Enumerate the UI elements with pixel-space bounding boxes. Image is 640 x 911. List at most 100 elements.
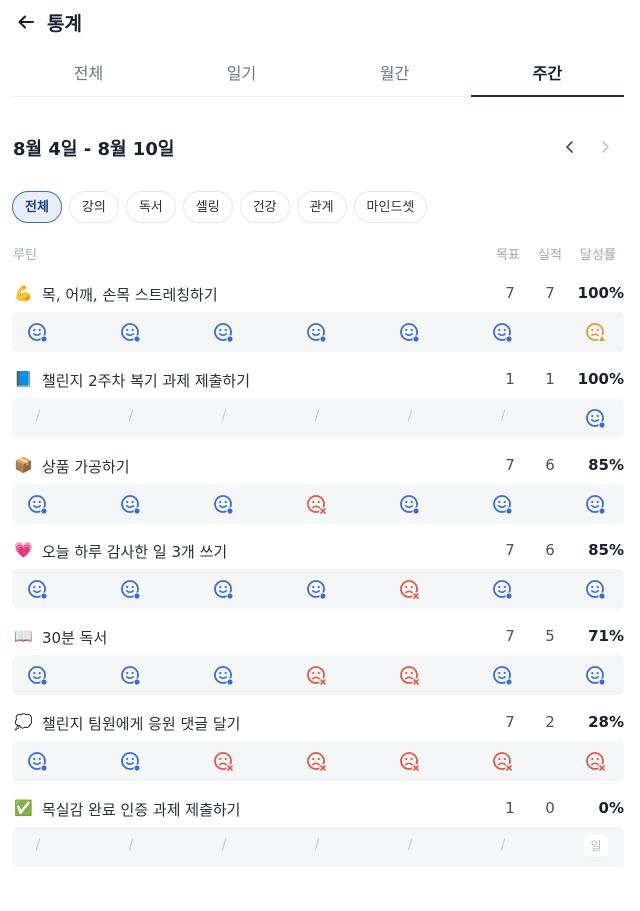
routine-emoji: 📖 <box>14 627 33 645</box>
routine-row[interactable]: 📦 상품 가공하기 7 6 85% <box>12 452 624 524</box>
chip-lecture[interactable]: 강의 <box>68 191 119 223</box>
failed-face-icon[interactable] <box>399 665 421 687</box>
failed-face-icon[interactable] <box>399 751 421 773</box>
day-status-bar <box>12 741 624 781</box>
chip-relationship[interactable]: 관계 <box>296 191 347 223</box>
chip-health[interactable]: 건강 <box>239 191 290 223</box>
routine-header: 📦 상품 가공하기 7 6 85% <box>12 452 624 482</box>
period-tabs: 전체 일기 월간 주간 <box>12 52 624 97</box>
routine-rate: 0% <box>598 799 624 817</box>
day-status-bar <box>12 484 624 524</box>
empty-day-slash: / <box>500 837 506 853</box>
chip-selling[interactable]: 셀링 <box>182 191 233 223</box>
routine-actual: 7 <box>545 284 555 302</box>
routine-actual: 6 <box>545 456 555 474</box>
done-face-icon[interactable] <box>27 322 49 344</box>
chip-reading[interactable]: 독서 <box>125 191 176 223</box>
routine-emoji: 💪 <box>14 284 33 302</box>
routine-rate: 100% <box>577 370 624 388</box>
routine-actual: 5 <box>545 627 555 645</box>
routine-actual: 0 <box>545 799 555 817</box>
routine-row[interactable]: 📖 30분 독서 7 5 71% <box>12 623 624 695</box>
chip-mindset[interactable]: 마인드셋 <box>353 191 428 223</box>
done-face-icon[interactable] <box>120 665 142 687</box>
routine-emoji: 💗 <box>14 541 33 559</box>
done-face-icon[interactable] <box>399 322 421 344</box>
routine-rate: 100% <box>577 284 624 302</box>
failed-face-icon[interactable] <box>306 751 328 773</box>
empty-day-slash: / <box>500 408 506 424</box>
failed-face-icon[interactable] <box>213 751 235 773</box>
routine-rate: 28% <box>588 713 624 731</box>
routine-actual: 6 <box>545 541 555 559</box>
empty-day-slash: / <box>128 837 134 853</box>
routine-row[interactable]: 📘 챌린지 2주차 복기 과제 제출하기 1 1 100% / / / / / / <box>12 366 624 438</box>
routine-name: 목실감 완료 인증 과제 제출하기 <box>42 801 241 819</box>
routine-goal: 1 <box>505 370 515 388</box>
done-face-icon[interactable] <box>120 322 142 344</box>
done-face-icon[interactable] <box>492 665 514 687</box>
routine-row[interactable]: 💪 목, 어깨, 손목 스트레칭하기 7 7 100% <box>12 280 624 352</box>
prev-week-button[interactable] <box>557 134 583 160</box>
chip-all[interactable]: 전체 <box>12 191 62 223</box>
routine-actual: 2 <box>545 713 555 731</box>
failed-face-icon[interactable] <box>399 579 421 601</box>
failed-face-icon[interactable] <box>585 751 607 773</box>
done-face-icon[interactable] <box>492 322 514 344</box>
routine-goal: 7 <box>505 284 515 302</box>
routine-goal: 7 <box>505 713 515 731</box>
done-face-icon[interactable] <box>306 579 328 601</box>
routine-row[interactable]: 💗 오늘 하루 감사한 일 3개 쓰기 7 6 85% <box>12 537 624 609</box>
done-face-icon[interactable] <box>585 665 607 687</box>
done-face-icon[interactable] <box>27 579 49 601</box>
column-routine: 루틴 <box>13 248 37 263</box>
done-face-icon[interactable] <box>27 665 49 687</box>
empty-day-slash: / <box>35 408 41 424</box>
warning-face-icon[interactable] <box>585 322 607 344</box>
done-face-icon[interactable] <box>399 494 421 516</box>
tab-all[interactable]: 전체 <box>12 52 165 96</box>
routine-row[interactable]: 💭 챌린지 팀원에게 응원 댓글 달기 7 2 28% <box>12 709 624 781</box>
done-face-icon[interactable] <box>213 665 235 687</box>
routine-rate: 71% <box>588 627 624 645</box>
failed-face-icon[interactable] <box>492 751 514 773</box>
page-title: 통계 <box>47 13 82 35</box>
app-header: 통계 <box>0 0 640 44</box>
done-face-icon[interactable] <box>585 579 607 601</box>
routine-emoji: ✅ <box>14 799 33 817</box>
done-face-icon[interactable] <box>306 322 328 344</box>
done-face-icon[interactable] <box>120 494 142 516</box>
done-face-icon[interactable] <box>213 494 235 516</box>
empty-day-slash: / <box>407 408 413 424</box>
day-status-bar <box>12 655 624 695</box>
done-face-icon[interactable] <box>213 322 235 344</box>
day-status-bar: / / / / / / <box>12 398 624 438</box>
routine-row[interactable]: ✅ 목실감 완료 인증 과제 제출하기 1 0 0% / / / / / / 일 <box>12 795 624 867</box>
done-face-icon[interactable] <box>27 494 49 516</box>
routine-header: 💪 목, 어깨, 손목 스트레칭하기 7 7 100% <box>12 280 624 310</box>
tab-weekly[interactable]: 주간 <box>471 52 624 97</box>
column-rate: 달성률 <box>580 248 616 263</box>
routine-rate: 85% <box>588 456 624 474</box>
back-button[interactable] <box>12 8 40 36</box>
done-face-icon[interactable] <box>492 579 514 601</box>
done-face-icon[interactable] <box>120 579 142 601</box>
empty-day-slash: / <box>221 837 227 853</box>
done-face-icon[interactable] <box>120 751 142 773</box>
today-day-label[interactable]: 일 <box>584 835 608 857</box>
empty-day-slash: / <box>314 837 320 853</box>
done-face-icon[interactable] <box>492 494 514 516</box>
tab-diary[interactable]: 일기 <box>165 52 318 96</box>
routine-header: 💭 챌린지 팀원에게 응원 댓글 달기 7 2 28% <box>12 709 624 739</box>
empty-day-slash: / <box>128 408 134 424</box>
tab-monthly[interactable]: 월간 <box>318 52 471 96</box>
next-week-button[interactable] <box>592 134 618 160</box>
done-face-icon[interactable] <box>585 494 607 516</box>
routine-goal: 7 <box>505 456 515 474</box>
routine-name: 30분 독서 <box>42 629 108 647</box>
failed-face-icon[interactable] <box>306 494 328 516</box>
done-face-icon[interactable] <box>585 408 607 430</box>
done-face-icon[interactable] <box>27 751 49 773</box>
failed-face-icon[interactable] <box>306 665 328 687</box>
done-face-icon[interactable] <box>213 579 235 601</box>
